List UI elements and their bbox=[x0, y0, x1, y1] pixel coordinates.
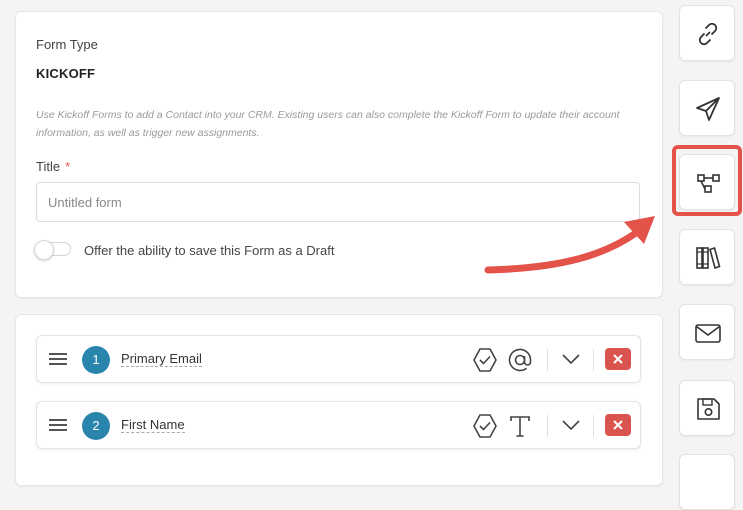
field-number-badge: 2 bbox=[82, 412, 110, 440]
field-number-badge: 1 bbox=[82, 346, 110, 374]
field-row[interactable]: 1 Primary Email bbox=[36, 335, 641, 383]
close-icon bbox=[613, 354, 623, 364]
mail-icon bbox=[695, 324, 721, 343]
save-icon bbox=[697, 398, 720, 420]
drag-handle-icon[interactable] bbox=[49, 418, 67, 432]
form-type-description: Use Kickoff Forms to add a Contact into … bbox=[36, 109, 620, 139]
delete-field-button[interactable] bbox=[605, 348, 631, 370]
form-settings-card: Form Type KICKOFF Use Kickoff Forms to a… bbox=[15, 11, 663, 298]
library-icon bbox=[696, 246, 721, 270]
link-icon bbox=[698, 22, 718, 46]
email-button[interactable] bbox=[679, 304, 735, 360]
send-button[interactable] bbox=[679, 80, 735, 136]
divider bbox=[547, 415, 548, 437]
required-mark: * bbox=[65, 159, 71, 174]
send-icon bbox=[696, 97, 720, 121]
form-type-label: Form Type bbox=[36, 37, 98, 52]
field-row[interactable]: 2 First Name bbox=[36, 401, 641, 449]
annotation-highlight-box bbox=[672, 145, 742, 216]
draft-toggle-label: Offer the ability to save this Form as a… bbox=[84, 243, 335, 258]
form-fields-card: 1 Primary Email 2 First Name bbox=[15, 314, 663, 486]
form-type-value: KICKOFF bbox=[36, 66, 96, 81]
divider bbox=[593, 349, 594, 371]
chevron-down-icon[interactable] bbox=[561, 418, 581, 432]
save-button[interactable] bbox=[679, 380, 735, 436]
at-sign-icon[interactable] bbox=[507, 347, 533, 373]
chevron-down-icon[interactable] bbox=[561, 352, 581, 366]
title-input[interactable] bbox=[36, 182, 640, 222]
required-check-icon[interactable] bbox=[472, 347, 498, 373]
library-button[interactable] bbox=[679, 229, 735, 285]
more-tools-button[interactable] bbox=[679, 454, 735, 510]
required-check-icon[interactable] bbox=[472, 413, 498, 439]
close-icon bbox=[613, 420, 623, 430]
field-name-link[interactable]: First Name bbox=[121, 417, 185, 433]
delete-field-button[interactable] bbox=[605, 414, 631, 436]
toggle-knob bbox=[34, 240, 54, 260]
draft-toggle[interactable] bbox=[34, 240, 71, 260]
drag-handle-icon[interactable] bbox=[49, 352, 67, 366]
divider bbox=[593, 415, 594, 437]
title-label: Title * bbox=[36, 159, 71, 174]
link-button[interactable] bbox=[679, 5, 735, 61]
divider bbox=[547, 349, 548, 371]
field-name-link[interactable]: Primary Email bbox=[121, 351, 202, 367]
text-type-icon[interactable] bbox=[507, 413, 533, 439]
